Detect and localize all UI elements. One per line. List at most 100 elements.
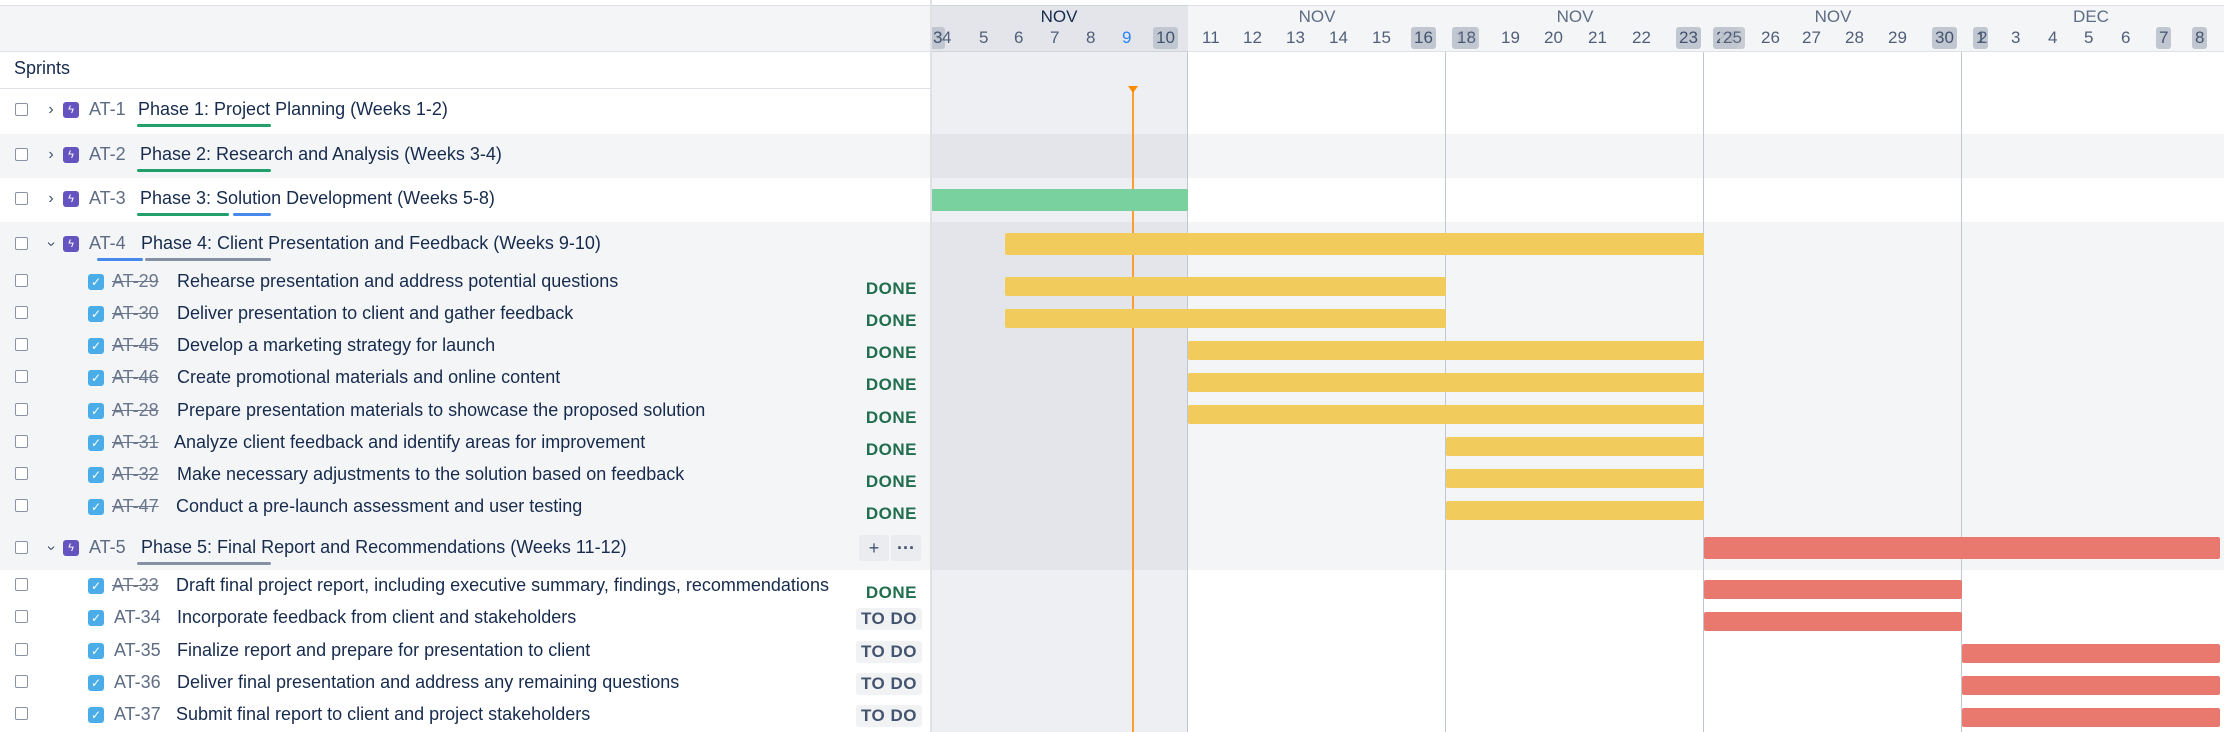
row-checkbox[interactable] <box>15 578 28 591</box>
issue-title[interactable]: Phase 4: Client Presentation and Feedbac… <box>141 233 601 254</box>
issue-title[interactable]: Submit final report to client and projec… <box>176 704 590 725</box>
row-checkbox[interactable] <box>15 435 28 448</box>
chevron-right-icon[interactable]: › <box>44 147 58 163</box>
issue-key[interactable]: AT-28 <box>112 400 159 421</box>
bar-at47[interactable] <box>1446 501 1704 520</box>
row-checkbox[interactable] <box>15 499 28 512</box>
issue-key[interactable]: AT-5 <box>89 537 126 558</box>
task-row-at46[interactable]: ✓ AT-46 Create promotional materials and… <box>0 362 930 394</box>
issue-title[interactable]: Deliver final presentation and address a… <box>177 672 679 693</box>
issue-key[interactable]: AT-36 <box>114 672 161 693</box>
bar-at36[interactable] <box>1962 676 2220 695</box>
row-checkbox[interactable] <box>15 192 28 205</box>
more-actions-button[interactable]: ··· <box>891 535 921 561</box>
row-checkbox[interactable] <box>15 610 28 623</box>
issue-key[interactable]: AT-47 <box>112 496 159 517</box>
status-badge[interactable]: DONE <box>861 503 922 525</box>
status-badge[interactable]: DONE <box>861 342 922 364</box>
issue-title[interactable]: Create promotional materials and online … <box>177 367 560 388</box>
bar-at3[interactable] <box>931 189 1188 211</box>
bar-at30[interactable] <box>1005 309 1446 328</box>
status-badge[interactable]: DONE <box>861 407 922 429</box>
row-checkbox[interactable] <box>15 237 28 250</box>
task-row-at35[interactable]: ✓ AT-35 Finalize report and prepare for … <box>0 635 930 667</box>
issue-key[interactable]: AT-34 <box>114 607 161 628</box>
epic-row-at3[interactable]: › ϟ AT-3 Phase 3: Solution Development (… <box>0 183 930 216</box>
task-row-at29[interactable]: ✓ AT-29 Rehearse presentation and addres… <box>0 266 930 298</box>
panel-divider[interactable] <box>930 0 932 732</box>
bar-at28[interactable] <box>1188 405 1704 424</box>
status-badge[interactable]: TO DO <box>855 608 922 630</box>
task-row-at32[interactable]: ✓ AT-32 Make necessary adjustments to th… <box>0 459 930 491</box>
row-checkbox[interactable] <box>15 148 28 161</box>
issue-title[interactable]: Deliver presentation to client and gathe… <box>177 303 573 324</box>
row-checkbox[interactable] <box>15 643 28 656</box>
task-row-at37[interactable]: ✓ AT-37 Submit final report to client an… <box>0 699 930 731</box>
issue-key[interactable]: AT-2 <box>89 144 126 165</box>
issue-title[interactable]: Phase 2: Research and Analysis (Weeks 3-… <box>140 144 502 165</box>
issue-title[interactable]: Draft final project report, including ex… <box>176 575 843 596</box>
issue-title[interactable]: Prepare presentation materials to showca… <box>177 400 705 421</box>
issue-title[interactable]: Incorporate feedback from client and sta… <box>177 607 576 628</box>
task-row-at33[interactable]: ✓ AT-33 Draft final project report, incl… <box>0 570 930 602</box>
epic-row-at2[interactable]: › ϟ AT-2 Phase 2: Research and Analysis … <box>0 139 930 172</box>
task-row-at34[interactable]: ✓ AT-34 Incorporate feedback from client… <box>0 602 930 634</box>
task-row-at45[interactable]: ✓ AT-45 Develop a marketing strategy for… <box>0 330 930 362</box>
status-badge[interactable]: DONE <box>861 582 922 604</box>
issue-key[interactable]: AT-30 <box>112 303 159 324</box>
issue-title[interactable]: Develop a marketing strategy for launch <box>177 335 495 356</box>
issue-key[interactable]: AT-31 <box>112 432 159 453</box>
task-row-at28[interactable]: ✓ AT-28 Prepare presentation materials t… <box>0 395 930 427</box>
bar-at5[interactable] <box>1704 537 2220 559</box>
issue-title[interactable]: Make necessary adjustments to the soluti… <box>177 464 684 485</box>
issue-key[interactable]: AT-33 <box>112 575 159 596</box>
status-badge[interactable]: DONE <box>861 471 922 493</box>
issue-title[interactable]: Analyze client feedback and identify are… <box>174 432 645 453</box>
status-badge[interactable]: DONE <box>861 310 922 332</box>
row-checkbox[interactable] <box>15 370 28 383</box>
issue-key[interactable]: AT-37 <box>114 704 161 725</box>
row-checkbox[interactable] <box>15 306 28 319</box>
status-badge[interactable]: DONE <box>861 374 922 396</box>
issue-key[interactable]: AT-29 <box>112 271 159 292</box>
issue-key[interactable]: AT-32 <box>112 464 159 485</box>
task-row-at36[interactable]: ✓ AT-36 Deliver final presentation and a… <box>0 667 930 699</box>
status-badge[interactable]: DONE <box>861 278 922 300</box>
bar-at31[interactable] <box>1446 437 1704 456</box>
row-checkbox[interactable] <box>15 707 28 720</box>
issue-title[interactable]: Rehearse presentation and address potent… <box>177 271 618 292</box>
status-badge[interactable]: TO DO <box>855 705 922 727</box>
bar-at4[interactable] <box>1005 233 1704 255</box>
bar-at32[interactable] <box>1446 469 1704 488</box>
row-checkbox[interactable] <box>15 675 28 688</box>
issue-title[interactable]: Conduct a pre-launch assessment and user… <box>176 496 582 517</box>
issue-key[interactable]: AT-1 <box>89 99 126 120</box>
bar-at33[interactable] <box>1704 580 1962 599</box>
chevron-right-icon[interactable]: › <box>44 191 58 207</box>
bar-at37[interactable] <box>1962 708 2220 727</box>
epic-row-at1[interactable]: › ϟ AT-1 Phase 1: Project Planning (Week… <box>0 94 930 127</box>
row-checkbox[interactable] <box>15 103 28 116</box>
row-checkbox[interactable] <box>15 541 28 554</box>
issue-key[interactable]: AT-46 <box>112 367 159 388</box>
row-checkbox[interactable] <box>15 467 28 480</box>
add-child-button[interactable]: + <box>859 535 889 561</box>
bar-at35[interactable] <box>1962 644 2220 663</box>
timeline-panel[interactable]: NOV NOV NOV NOV DEC 3 4 5 6 7 8 9 10 11 … <box>930 0 2224 732</box>
epic-row-at4[interactable]: › ϟ AT-4 Phase 4: Client Presentation an… <box>0 228 930 261</box>
issue-title[interactable]: Phase 5: Final Report and Recommendation… <box>141 537 627 558</box>
chevron-down-icon[interactable]: › <box>43 541 60 555</box>
chevron-right-icon[interactable]: › <box>44 102 58 118</box>
row-checkbox[interactable] <box>15 274 28 287</box>
bar-at29[interactable] <box>1005 277 1446 296</box>
chevron-down-icon[interactable]: › <box>43 237 60 251</box>
issue-title[interactable]: Phase 1: Project Planning (Weeks 1-2) <box>138 99 448 120</box>
epic-row-at5[interactable]: › ϟ AT-5 Phase 5: Final Report and Recom… <box>0 532 930 565</box>
status-badge[interactable]: TO DO <box>855 641 922 663</box>
bar-at46[interactable] <box>1188 373 1704 392</box>
issue-key[interactable]: AT-35 <box>114 640 161 661</box>
issue-key[interactable]: AT-3 <box>89 188 126 209</box>
row-checkbox[interactable] <box>15 403 28 416</box>
bar-at45[interactable] <box>1188 341 1704 360</box>
issue-key[interactable]: AT-45 <box>112 335 159 356</box>
